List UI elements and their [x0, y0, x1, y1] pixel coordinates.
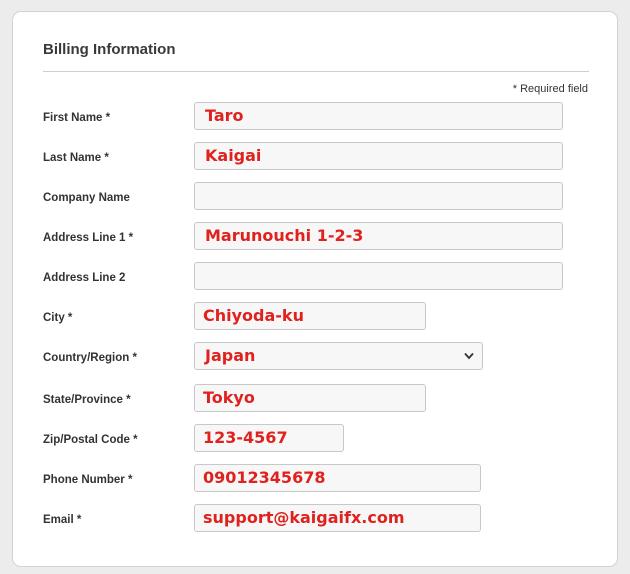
state-province-input[interactable]: Tokyo: [194, 384, 426, 412]
address-line-1-label: Address Line 1 *: [43, 232, 134, 244]
billing-card: Billing Information * Required field Fir…: [12, 11, 618, 567]
email-input[interactable]: support@kaigaifx.com: [194, 504, 481, 532]
required-field-note: * Required field: [512, 83, 588, 95]
last-name-input[interactable]: Kaigai: [194, 142, 563, 170]
first-name-label: First Name *: [43, 112, 111, 124]
section-title: Billing Information: [43, 41, 176, 58]
company-name-input[interactable]: [194, 182, 563, 210]
chevron-down-icon: [464, 352, 474, 360]
country-region-select[interactable]: Japan: [194, 342, 483, 370]
email-label: Email *: [43, 514, 82, 526]
company-name-label: Company Name: [43, 192, 130, 204]
last-name-label: Last Name *: [43, 152, 109, 164]
state-province-label: State/Province *: [43, 394, 131, 406]
title-divider: [43, 71, 589, 72]
zip-postal-code-input[interactable]: 123-4567: [194, 424, 344, 452]
address-line-2-input[interactable]: [194, 262, 563, 290]
first-name-input[interactable]: Taro: [194, 102, 563, 130]
country-region-label: Country/Region *: [43, 352, 137, 364]
address-line-2-label: Address Line 2: [43, 272, 126, 284]
country-region-value: Japan: [205, 346, 256, 365]
city-label: City *: [43, 312, 73, 324]
address-line-1-input[interactable]: Marunouchi 1-2-3: [194, 222, 563, 250]
phone-number-label: Phone Number *: [43, 474, 133, 486]
city-input[interactable]: Chiyoda-ku: [194, 302, 426, 330]
zip-postal-code-label: Zip/Postal Code *: [43, 434, 138, 446]
phone-number-input[interactable]: 09012345678: [194, 464, 481, 492]
